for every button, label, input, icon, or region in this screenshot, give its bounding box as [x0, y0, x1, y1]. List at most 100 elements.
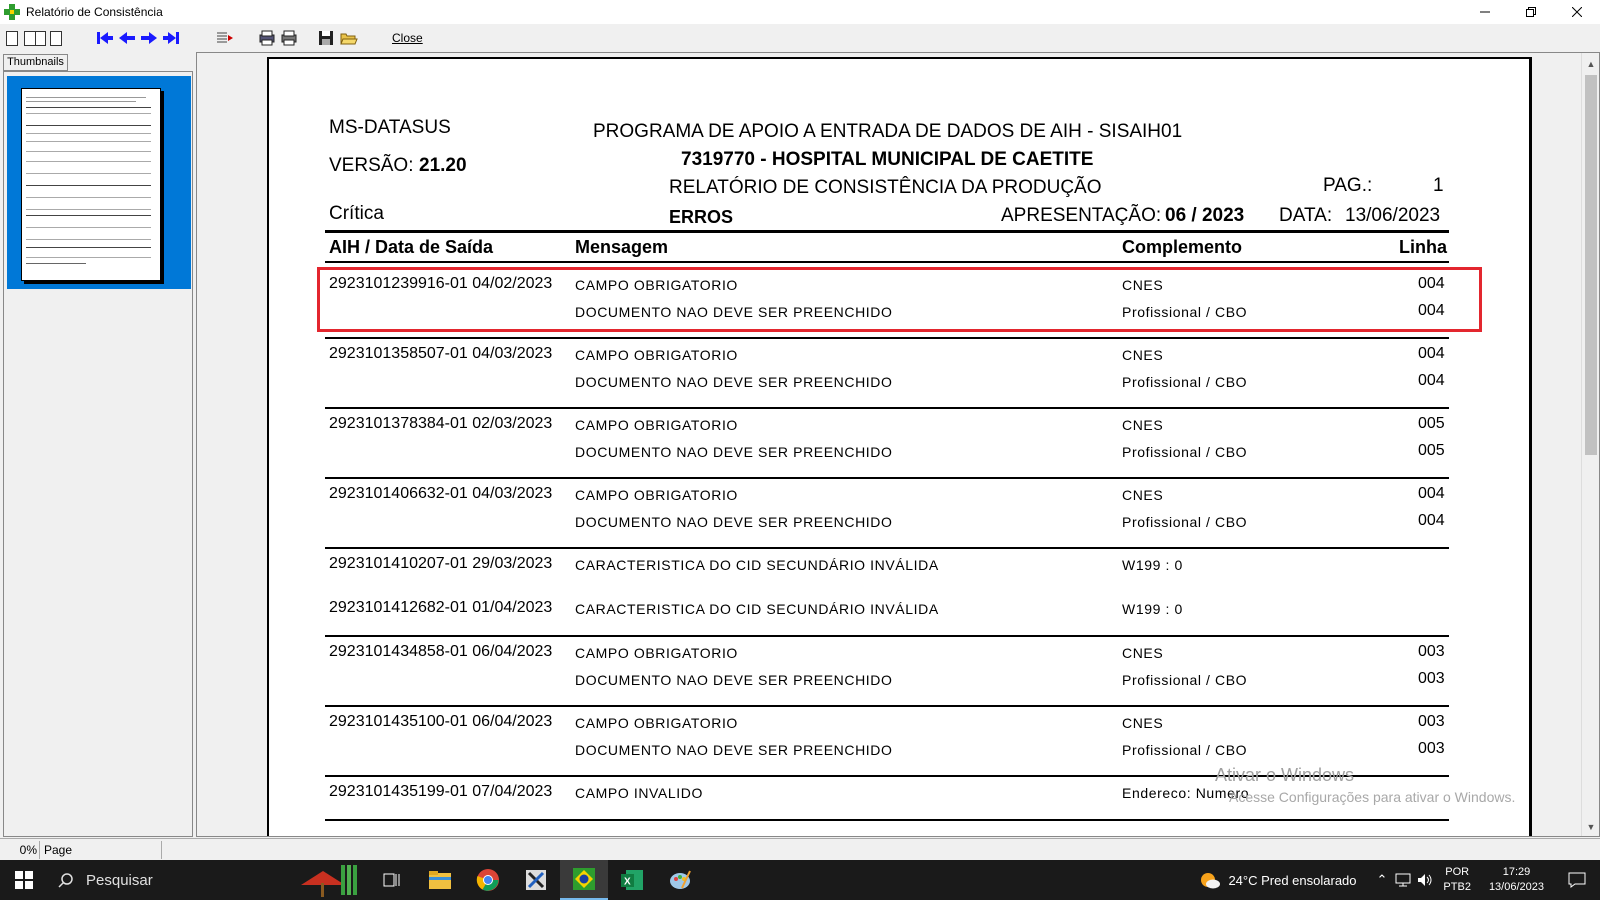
tab-thumbnails[interactable]: Thumbnails	[3, 54, 68, 71]
last-page-icon[interactable]	[162, 29, 180, 47]
version-label: VERSÃO:	[329, 155, 414, 176]
goto-page-icon[interactable]	[216, 30, 234, 46]
error-complement: Profissional / CBO	[1122, 742, 1248, 758]
critica-label: Crítica	[329, 203, 384, 224]
col-header-line: Linha	[1399, 237, 1447, 257]
next-page-icon[interactable]	[140, 29, 158, 47]
restore-button[interactable]	[1508, 0, 1554, 24]
scroll-down-icon[interactable]: ▼	[1582, 818, 1599, 836]
sisaih-app-icon	[4, 4, 20, 20]
org-name: MS-DATASUS	[329, 117, 451, 138]
page-navigation	[96, 29, 180, 47]
weather-text[interactable]: 24°C Pred ensolarado	[1228, 873, 1356, 888]
printer-setup-icon[interactable]	[258, 30, 276, 46]
language-code: POR	[1445, 866, 1470, 878]
open-folder-icon[interactable]	[340, 30, 358, 46]
language-indicator[interactable]: POR PTB2	[1443, 865, 1471, 895]
col-header-complement: Complemento	[1122, 237, 1243, 257]
taskbar-tool-app[interactable]	[512, 860, 560, 900]
restore-icon	[1526, 7, 1536, 17]
thumbnail-page-1[interactable]	[7, 76, 191, 289]
error-message: CAMPO OBRIGATORIO	[575, 487, 738, 503]
error-message: CARACTERISTICA DO CID SECUNDÁRIO INVÁLID…	[575, 557, 939, 573]
clock[interactable]: 17:29 13/06/2023	[1489, 865, 1544, 895]
report-window: Relatório de Consistência Close Thumbnai…	[0, 0, 1600, 860]
folder-icon	[429, 871, 451, 889]
close-window-button[interactable]	[1554, 0, 1600, 24]
full-page-view-button[interactable]	[50, 30, 62, 46]
scroll-up-icon[interactable]: ▲	[1582, 55, 1599, 73]
error-message: CAMPO OBRIGATORIO	[575, 645, 738, 661]
aih-number: 2923101358507-01 04/03/2023	[329, 345, 553, 362]
error-line: 004	[1418, 345, 1445, 362]
version-value: 21.20	[419, 155, 467, 176]
presentation-label: APRESENTAÇÃO:	[1001, 205, 1162, 226]
error-complement: CNES	[1122, 347, 1164, 363]
col-header-message: Mensagem	[575, 237, 669, 257]
notifications-icon	[1568, 872, 1586, 888]
taskbar-search[interactable]: Pesquisar	[48, 860, 288, 900]
columns-rule	[325, 261, 1449, 263]
row-separator	[325, 407, 1449, 409]
vertical-scrollbar[interactable]: ▲ ▼	[1581, 53, 1599, 836]
aih-number: 2923101378384-01 02/03/2023	[329, 415, 553, 432]
error-message: CAMPO OBRIGATORIO	[575, 347, 738, 363]
row-separator	[325, 819, 1449, 821]
close-report-button[interactable]: Close	[392, 31, 423, 45]
error-message: DOCUMENTO NAO DEVE SER PREENCHIDO	[575, 672, 893, 688]
search-highlight-picture[interactable]	[288, 860, 368, 900]
error-message: CAMPO OBRIGATORIO	[575, 417, 738, 433]
error-message: CARACTERISTICA DO CID SECUNDÁRIO INVÁLID…	[575, 601, 939, 617]
hospital-name: 7319770 - HOSPITAL MUNICIPAL DE CAETITE	[681, 149, 1094, 170]
error-message: DOCUMENTO NAO DEVE SER PREENCHIDO	[575, 514, 893, 530]
chevron-up-icon[interactable]: ⌃	[1377, 872, 1388, 888]
error-line: 004	[1418, 485, 1445, 502]
print-icon[interactable]	[280, 30, 298, 46]
taskbar-paint[interactable]	[656, 860, 704, 900]
first-page-icon[interactable]	[96, 29, 114, 47]
error-complement: CNES	[1122, 645, 1164, 661]
aih-number: 2923101434858-01 06/04/2023	[329, 643, 553, 660]
thumbnail-preview	[21, 88, 161, 281]
search-icon	[58, 873, 73, 888]
toolbar: Close	[0, 24, 1600, 52]
two-page-view-button[interactable]	[24, 30, 46, 46]
error-line: 005	[1418, 442, 1445, 459]
error-complement: CNES	[1122, 417, 1164, 433]
excel-icon: X	[621, 870, 643, 890]
volume-icon	[1418, 874, 1432, 886]
error-line: 003	[1418, 643, 1445, 660]
error-complement: W199 : 0	[1122, 557, 1183, 573]
paint-icon	[670, 870, 691, 889]
error-message: CAMPO OBRIGATORIO	[575, 715, 738, 731]
save-icon[interactable]	[318, 30, 334, 46]
minimize-button[interactable]	[1462, 0, 1508, 24]
tools-icon	[526, 870, 546, 890]
single-page-view-button[interactable]	[6, 30, 18, 46]
error-complement: Profissional / CBO	[1122, 374, 1248, 390]
umbrella-beach-icon	[301, 865, 357, 897]
previous-page-icon[interactable]	[118, 29, 136, 47]
task-view-button[interactable]	[368, 860, 416, 900]
taskbar-file-explorer[interactable]	[416, 860, 464, 900]
error-complement: Profissional / CBO	[1122, 514, 1248, 530]
thumbnails-panel	[3, 71, 193, 837]
error-line: 003	[1418, 713, 1445, 730]
row-separator	[325, 705, 1449, 707]
sisaih-icon	[573, 868, 595, 890]
start-button[interactable]	[0, 860, 48, 900]
error-complement: Profissional / CBO	[1122, 444, 1248, 460]
taskbar-sisaih[interactable]	[560, 860, 608, 900]
aih-number: 2923101410207-01 29/03/2023	[329, 555, 553, 572]
taskbar-excel[interactable]: X	[608, 860, 656, 900]
error-line: 003	[1418, 670, 1445, 687]
clock-time: 17:29	[1502, 866, 1531, 878]
taskbar-chrome[interactable]	[464, 860, 512, 900]
aih-number: 2923101412682-01 01/04/2023	[329, 599, 553, 616]
report-viewer[interactable]: MS-DATASUS VERSÃO: 21.20 PROGRAMA DE APO…	[196, 52, 1600, 837]
report-page: MS-DATASUS VERSÃO: 21.20 PROGRAMA DE APO…	[267, 57, 1532, 836]
window-title: Relatório de Consistência	[26, 5, 163, 19]
scroll-thumb[interactable]	[1585, 75, 1597, 455]
windows-icon	[15, 871, 33, 889]
presentation-value: 06 / 2023	[1165, 205, 1245, 226]
